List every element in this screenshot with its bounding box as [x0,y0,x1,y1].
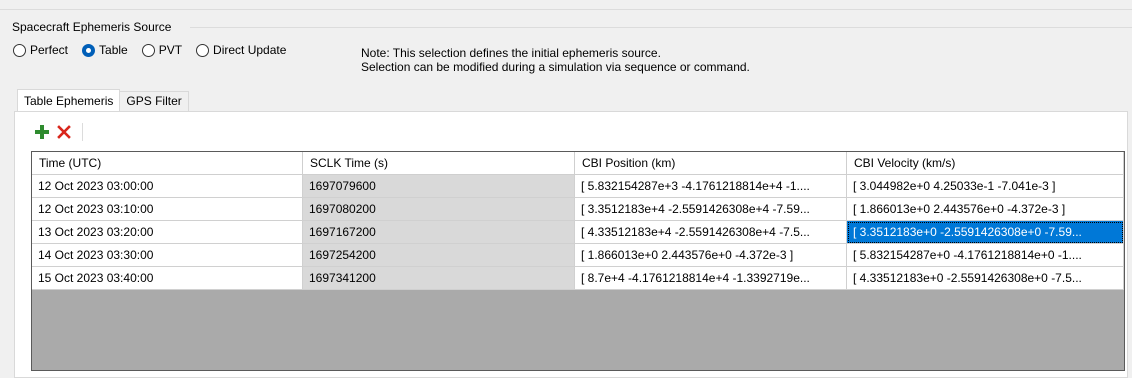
radio-perfect[interactable]: Perfect [13,43,68,57]
table-row[interactable]: 13 Oct 2023 03:20:00 1697167200 [ 4.3351… [32,221,1124,244]
radio-direct-update[interactable]: Direct Update [196,43,286,57]
radio-pvt-circle[interactable] [141,43,155,57]
cell-cbi-position[interactable]: [ 8.7e+4 -4.1761218814e+4 -1.3392719e... [575,267,847,290]
ephemeris-toolbar [32,122,83,142]
ephemeris-source-group: Spacecraft Ephemeris Source Perfect Tabl… [4,20,1132,378]
close-icon [57,125,71,139]
cell-sclk-time[interactable]: 1697080200 [303,198,575,221]
ephemeris-table[interactable]: Time (UTC) SCLK Time (s) CBI Position (k… [31,151,1125,371]
cell-cbi-position[interactable]: [ 3.3512183e+4 -2.5591426308e+4 -7.59... [575,198,847,221]
cell-time-utc[interactable]: 12 Oct 2023 03:10:00 [32,198,303,221]
group-border [190,27,1132,28]
source-radio-group: Perfect Table PVT Direct Update [13,42,300,58]
table-row[interactable]: 15 Oct 2023 03:40:00 1697341200 [ 8.7e+4… [32,267,1124,290]
toolbar-separator [82,123,83,141]
selection-note: Note: This selection defines the initial… [361,46,750,74]
tab-table-ephemeris[interactable]: Table Ephemeris [17,89,121,111]
table-row[interactable]: 14 Oct 2023 03:30:00 1697254200 [ 1.8660… [32,244,1124,267]
note-line-1: Note: This selection defines the initial… [361,46,661,60]
radio-pvt[interactable]: PVT [141,43,182,57]
cell-sclk-time[interactable]: 1697341200 [303,267,575,290]
group-title: Spacecraft Ephemeris Source [12,20,176,34]
cell-time-utc[interactable]: 15 Oct 2023 03:40:00 [32,267,303,290]
table-row[interactable]: 12 Oct 2023 03:10:00 1697080200 [ 3.3512… [32,198,1124,221]
note-line-2: Selection can be modified during a simul… [361,60,750,74]
radio-perfect-circle[interactable] [13,43,26,57]
cell-cbi-velocity[interactable]: [ 4.33512183e+0 -2.5591426308e+0 -7.5... [847,267,1124,290]
cell-cbi-velocity[interactable]: [ 1.866013e+0 2.443576e+0 -4.372e-3 ] [847,198,1124,221]
plus-icon [35,125,49,139]
tab-gps-filter[interactable]: GPS Filter [119,91,189,111]
cell-cbi-velocity[interactable]: [ 5.832154287e+0 -4.1761218814e+0 -1.... [847,244,1124,267]
cell-sclk-time[interactable]: 1697254200 [303,244,575,267]
radio-direct-update-label[interactable]: Direct Update [213,43,286,57]
radio-table-circle[interactable] [82,43,96,57]
cell-sclk-time[interactable]: 1697079600 [303,175,575,198]
cell-cbi-velocity[interactable]: [ 3.044982e+0 4.25033e-1 -7.041e-3 ] [847,175,1124,198]
column-header-cbi-position[interactable]: CBI Position (km) [575,152,847,175]
add-row-button[interactable] [32,122,52,142]
cell-time-utc[interactable]: 12 Oct 2023 03:00:00 [32,175,303,198]
column-header-cbi-velocity[interactable]: CBI Velocity (km/s) [847,152,1124,175]
delete-row-button[interactable] [54,122,74,142]
column-header-sclk-time[interactable]: SCLK Time (s) [303,152,575,175]
radio-table-label[interactable]: Table [99,43,128,57]
cell-cbi-position[interactable]: [ 4.33512183e+4 -2.5591426308e+4 -7.5... [575,221,847,244]
tab-strip: Table Ephemeris GPS Filter [17,89,189,111]
cell-time-utc[interactable]: 14 Oct 2023 03:30:00 [32,244,303,267]
cell-cbi-position[interactable]: [ 5.832154287e+3 -4.1761218814e+4 -1.... [575,175,847,198]
table-header: Time (UTC) SCLK Time (s) CBI Position (k… [32,152,1124,175]
radio-table[interactable]: Table [82,43,128,57]
radio-pvt-label[interactable]: PVT [159,43,182,57]
radio-perfect-label[interactable]: Perfect [30,43,68,57]
cell-time-utc[interactable]: 13 Oct 2023 03:20:00 [32,221,303,244]
cell-cbi-velocity-selected[interactable]: [ 3.3512183e+0 -2.5591426308e+0 -7.59... [847,221,1124,244]
column-header-time-utc[interactable]: Time (UTC) [32,152,303,175]
radio-direct-update-circle[interactable] [196,43,210,57]
cell-sclk-time[interactable]: 1697167200 [303,221,575,244]
cell-cbi-position[interactable]: [ 1.866013e+0 2.443576e+0 -4.372e-3 ] [575,244,847,267]
table-ephemeris-panel: Time (UTC) SCLK Time (s) CBI Position (k… [14,111,1128,378]
top-strip [0,0,1132,10]
table-row[interactable]: 12 Oct 2023 03:00:00 1697079600 [ 5.8321… [32,175,1124,198]
